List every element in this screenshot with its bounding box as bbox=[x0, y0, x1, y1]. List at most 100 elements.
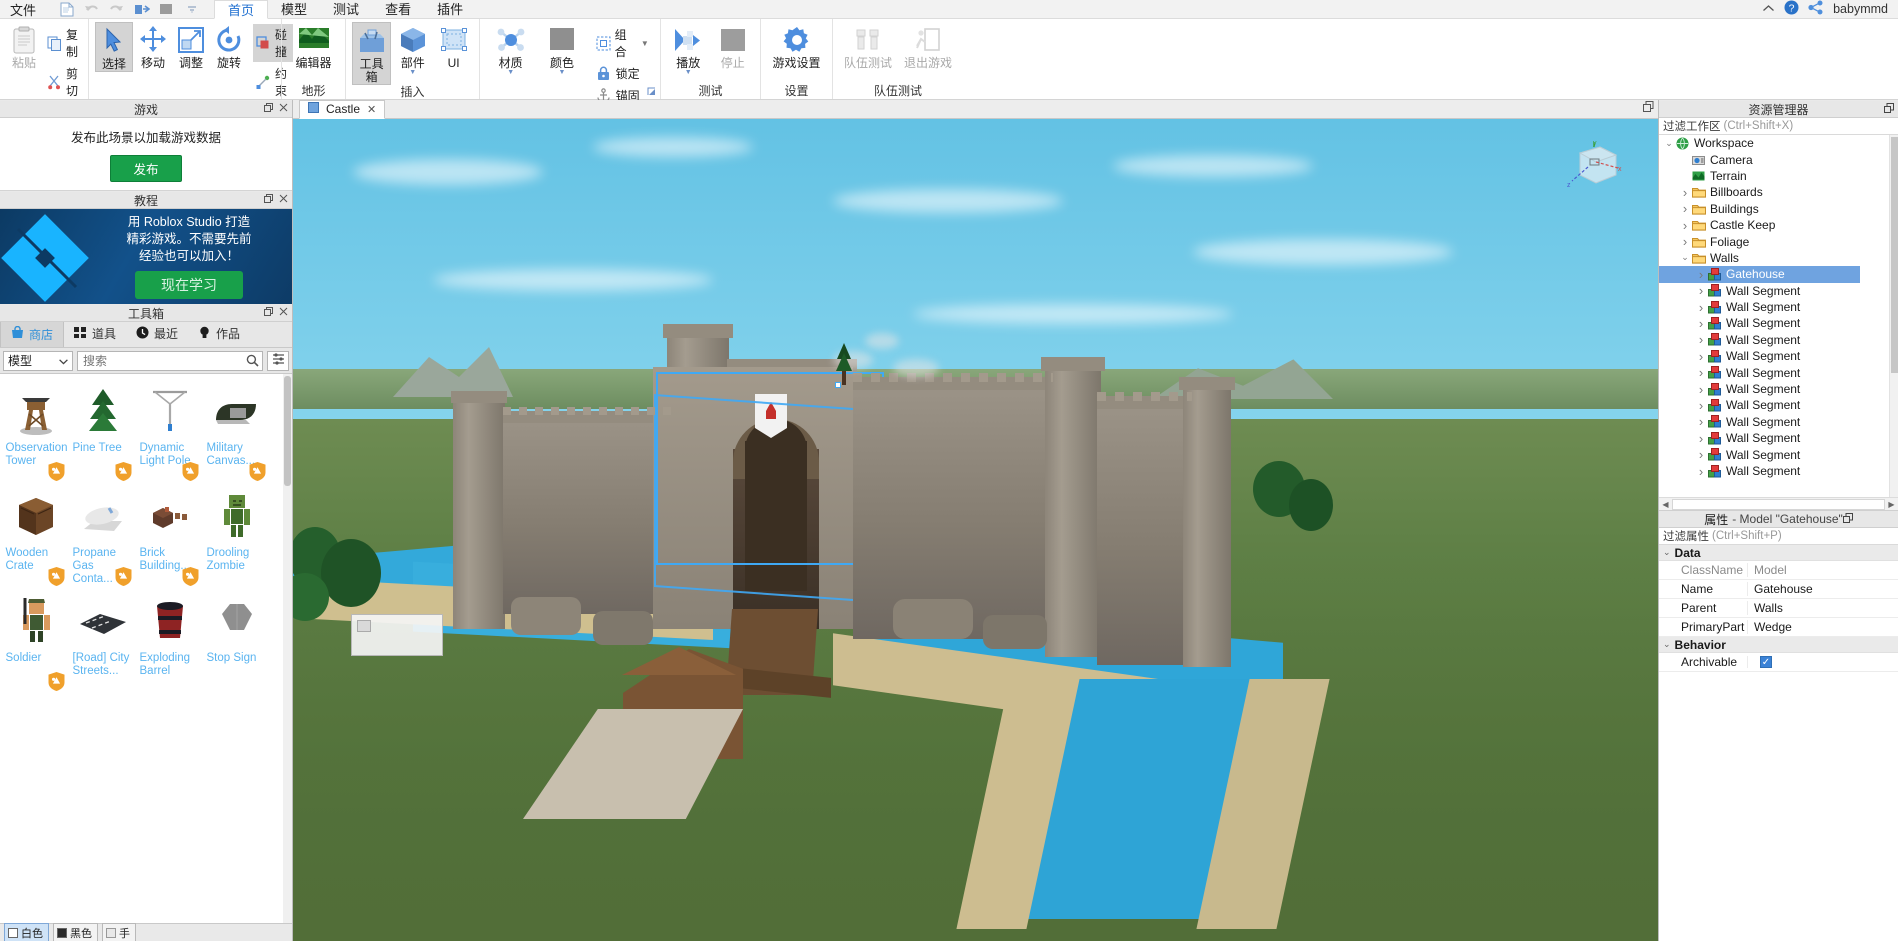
part-button[interactable]: 部件 ▼ bbox=[393, 22, 432, 76]
team-test-button[interactable]: 队伍测试 bbox=[839, 22, 897, 70]
chevron-right-icon[interactable]: › bbox=[1695, 447, 1707, 462]
chevron-down-icon[interactable]: ⌄ bbox=[1663, 547, 1671, 558]
property-category-row[interactable]: ⌄ Behavior bbox=[1659, 637, 1898, 653]
dock-window-icon[interactable] bbox=[1842, 512, 1853, 526]
explorer-row[interactable]: › Wall Segment bbox=[1659, 430, 1898, 446]
view-cube[interactable]: y x z bbox=[1566, 140, 1622, 197]
explorer-row[interactable]: Terrain bbox=[1659, 168, 1898, 184]
explorer-filter-row[interactable]: 过滤工作区 (Ctrl+Shift+X) bbox=[1659, 118, 1898, 135]
paste-button[interactable]: 粘贴 bbox=[6, 22, 42, 70]
toolbox-scrollbar-thumb[interactable] bbox=[284, 376, 291, 486]
chevron-down-icon[interactable]: ⌄ bbox=[1663, 138, 1675, 149]
explorer-row[interactable]: Camera bbox=[1659, 151, 1898, 167]
play-button[interactable]: 播放 ▼ bbox=[667, 22, 710, 76]
username-label[interactable]: babymmd bbox=[1833, 2, 1888, 16]
chevron-right-icon[interactable]: › bbox=[1695, 283, 1707, 298]
toolbox-item[interactable]: Brick Building... bbox=[136, 483, 203, 588]
help-icon[interactable]: ? bbox=[1784, 0, 1799, 18]
color-swatch-black[interactable]: 黑色 bbox=[53, 922, 98, 941]
property-row[interactable]: Name Gatehouse bbox=[1659, 580, 1898, 599]
property-checkbox[interactable]: ✓ bbox=[1760, 656, 1772, 668]
color-button[interactable]: 颜色 ▼ bbox=[537, 22, 586, 76]
tutorial-panel-float-icon[interactable] bbox=[264, 194, 273, 206]
copy-button[interactable]: 复制 bbox=[44, 24, 84, 62]
toolbox-tab-inventory[interactable]: 道具 bbox=[64, 321, 126, 347]
chevron-right-icon[interactable]: › bbox=[1679, 185, 1691, 200]
explorer-row[interactable]: › Billboards bbox=[1659, 184, 1898, 200]
toolbox-panel-close-icon[interactable] bbox=[279, 307, 288, 319]
toolbox-button[interactable]: 工具箱 bbox=[352, 22, 392, 85]
explorer-row[interactable]: › Wall Segment bbox=[1659, 299, 1898, 315]
explorer-row[interactable]: › Wall Segment bbox=[1659, 463, 1898, 479]
toolbox-category-select[interactable]: 模型 bbox=[3, 350, 73, 371]
stop-button[interactable]: 停止 bbox=[712, 22, 755, 70]
explorer-row[interactable]: › Wall Segment bbox=[1659, 381, 1898, 397]
chevron-right-icon[interactable]: › bbox=[1695, 414, 1707, 429]
tutorial-panel-close-icon[interactable] bbox=[279, 194, 288, 206]
dock-window-icon[interactable] bbox=[1884, 103, 1894, 116]
group-dropdown-caret[interactable]: ▼ bbox=[641, 39, 649, 48]
game-panel-float-icon[interactable] bbox=[264, 103, 273, 115]
game-panel-close-icon[interactable] bbox=[279, 103, 288, 115]
chevron-right-icon[interactable]: › bbox=[1695, 316, 1707, 331]
search-input[interactable] bbox=[78, 353, 242, 368]
select-tool-button[interactable]: 选择 bbox=[95, 22, 133, 72]
explorer-tree[interactable]: ⌄ Workspace Camera Terrain › Billboards › Build… bbox=[1659, 135, 1898, 497]
property-value[interactable]: Wedge bbox=[1747, 620, 1898, 634]
toolbox-item[interactable]: Drooling Zombie bbox=[203, 483, 270, 588]
property-value[interactable]: Model bbox=[1747, 563, 1898, 577]
property-category-row[interactable]: ⌄ Data bbox=[1659, 545, 1898, 561]
explorer-row[interactable]: › Wall Segment bbox=[1659, 315, 1898, 331]
chevron-up-icon[interactable] bbox=[1762, 2, 1775, 16]
chevron-down-icon[interactable]: ⌄ bbox=[1679, 252, 1691, 263]
explorer-row[interactable]: › Buildings bbox=[1659, 201, 1898, 217]
toolbox-item[interactable]: Military Canvas... bbox=[203, 378, 270, 483]
property-row[interactable]: ClassName Model bbox=[1659, 561, 1898, 580]
hand-tool-button[interactable]: 手 bbox=[102, 922, 136, 941]
explorer-scrollbar-thumb[interactable] bbox=[1891, 137, 1898, 373]
toolbox-item[interactable]: [Road] City Streets... bbox=[69, 588, 136, 693]
scale-tool-button[interactable]: 调整 bbox=[173, 22, 209, 70]
material-dropdown-caret[interactable]: ▼ bbox=[507, 69, 514, 76]
toolbox-item[interactable]: Observation Tower bbox=[2, 378, 69, 483]
explorer-row[interactable]: › Wall Segment bbox=[1659, 446, 1898, 462]
explorer-row[interactable]: › Foliage bbox=[1659, 233, 1898, 249]
cut-button[interactable]: 剪切 bbox=[44, 63, 84, 101]
chevron-right-icon[interactable]: › bbox=[1695, 464, 1707, 479]
property-row[interactable]: PrimaryPart Wedge bbox=[1659, 618, 1898, 637]
toolbox-item[interactable]: Stop Sign bbox=[203, 588, 270, 693]
qat-more-icon[interactable] bbox=[183, 1, 200, 18]
chevron-right-icon[interactable]: › bbox=[1695, 431, 1707, 446]
rotate-tool-button[interactable]: 旋转 bbox=[211, 22, 247, 70]
property-value[interactable]: Walls bbox=[1747, 601, 1898, 615]
chevron-right-icon[interactable]: › bbox=[1695, 300, 1707, 315]
toolbox-options-button[interactable] bbox=[267, 350, 289, 371]
3d-viewport[interactable]: y x z bbox=[293, 119, 1658, 941]
color-swatch-icon[interactable] bbox=[158, 1, 175, 18]
toolbox-item[interactable]: Wooden Crate bbox=[2, 483, 69, 588]
color-dropdown-caret[interactable]: ▼ bbox=[559, 69, 566, 76]
color-swatch-white[interactable]: 白色 bbox=[4, 922, 49, 941]
toolbox-scrollbar[interactable] bbox=[283, 374, 292, 923]
redo-icon[interactable] bbox=[108, 1, 125, 18]
share-icon[interactable] bbox=[1808, 0, 1824, 18]
explorer-hscroll-track[interactable] bbox=[1672, 498, 1885, 510]
chevron-right-icon[interactable]: › bbox=[1679, 201, 1691, 216]
move-tool-button[interactable]: 移动 bbox=[135, 22, 171, 70]
edit-group-launcher-icon[interactable] bbox=[647, 87, 656, 98]
close-icon[interactable]: ✕ bbox=[367, 103, 376, 116]
toolbox-item[interactable]: Dynamic Light Pole bbox=[136, 378, 203, 483]
material-button[interactable]: 材质 ▼ bbox=[486, 22, 535, 76]
toolbox-tab-creations[interactable]: 作品 bbox=[188, 321, 250, 347]
tab-plugins[interactable]: 插件 bbox=[424, 0, 476, 19]
toolbox-grid[interactable]: Observation Tower Pine Tree Dynamic Ligh… bbox=[0, 374, 292, 923]
explorer-row[interactable]: › Wall Segment bbox=[1659, 364, 1898, 380]
export-icon[interactable] bbox=[133, 1, 150, 18]
chevron-right-icon[interactable]: › bbox=[1695, 365, 1707, 380]
scroll-right-icon[interactable]: ▶ bbox=[1885, 500, 1898, 509]
explorer-row[interactable]: › Castle Keep bbox=[1659, 217, 1898, 233]
explorer-row[interactable]: ⌄ Walls bbox=[1659, 250, 1898, 266]
explorer-row[interactable]: › Wall Segment bbox=[1659, 397, 1898, 413]
toolbox-tab-recent[interactable]: 最近 bbox=[126, 321, 188, 347]
tab-test[interactable]: 测试 bbox=[320, 0, 372, 19]
